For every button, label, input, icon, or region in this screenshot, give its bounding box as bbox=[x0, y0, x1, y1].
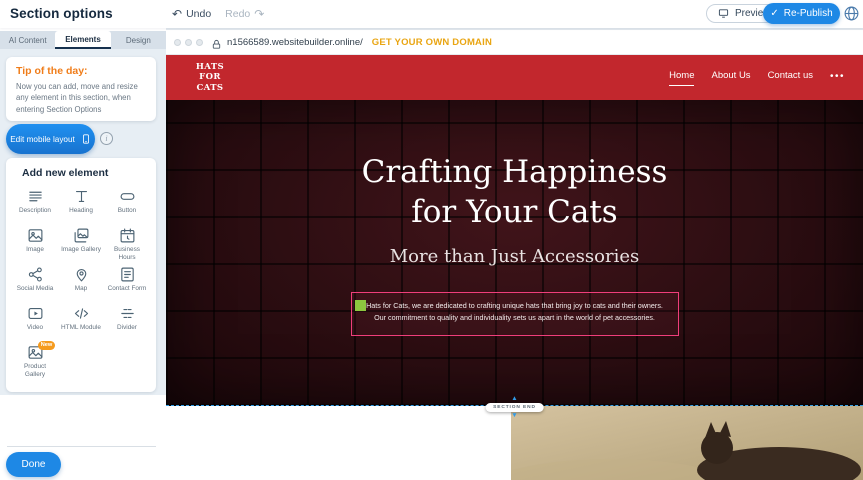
sidebar-divider bbox=[7, 446, 156, 447]
add-element-panel: Add new element Description Heading Butt… bbox=[6, 158, 156, 392]
element-tile-business-hours[interactable]: Business Hours bbox=[104, 225, 150, 264]
element-tile-social-media[interactable]: Social Media bbox=[12, 264, 58, 303]
button-icon bbox=[119, 188, 136, 205]
video-icon bbox=[27, 305, 44, 322]
window-dot bbox=[185, 39, 192, 46]
nav-item-about[interactable]: About Us bbox=[711, 70, 750, 86]
section-end-handle[interactable]: ▲ SECTION END ▼ bbox=[485, 396, 544, 419]
drag-handle[interactable] bbox=[355, 300, 366, 311]
business-hours-icon bbox=[119, 227, 136, 244]
undo-icon: ↶ bbox=[172, 8, 182, 20]
element-tile-image[interactable]: Image bbox=[12, 225, 58, 264]
nav-more-icon[interactable]: ••• bbox=[830, 71, 845, 85]
lock-icon bbox=[211, 37, 222, 48]
info-icon[interactable]: i bbox=[100, 132, 113, 145]
element-tile-html-module[interactable]: HTML Module bbox=[58, 303, 104, 342]
redo-label: Redo bbox=[225, 8, 250, 20]
site-url: n1566589.websitebuilder.online/ bbox=[227, 37, 363, 48]
map-icon bbox=[73, 266, 90, 283]
heading-icon bbox=[73, 188, 90, 205]
element-tile-product-gallery[interactable]: New Product Gallery bbox=[12, 342, 58, 381]
redo-button[interactable]: Redo ↷ bbox=[225, 8, 264, 20]
contact-form-icon bbox=[119, 266, 136, 283]
website-canvas: HATS FOR CATS Home About Us Contact us •… bbox=[166, 55, 863, 480]
element-tile-map[interactable]: Map bbox=[58, 264, 104, 303]
republish-label: Re-Publish bbox=[784, 8, 833, 19]
redo-icon: ↷ bbox=[254, 8, 264, 20]
preview-area: n1566589.websitebuilder.online/ GET YOUR… bbox=[166, 28, 863, 480]
section-end-label: SECTION END bbox=[485, 403, 544, 412]
social-media-icon bbox=[27, 266, 44, 283]
tip-title: Tip of the day: bbox=[16, 65, 146, 77]
element-tile-contact-form[interactable]: Contact Form bbox=[104, 264, 150, 303]
undo-button[interactable]: ↶ Undo bbox=[172, 8, 211, 20]
element-tile-description[interactable]: Description bbox=[12, 186, 58, 225]
edit-mobile-label: Edit mobile layout bbox=[10, 135, 75, 144]
get-domain-link[interactable]: GET YOUR OWN DOMAIN bbox=[372, 37, 492, 48]
browser-bar: n1566589.websitebuilder.online/ GET YOUR… bbox=[166, 30, 863, 55]
window-dot bbox=[196, 39, 203, 46]
tip-body: Now you can add, move and resize any ele… bbox=[16, 81, 146, 115]
topbar: Section options ↶ Undo Redo ↷ Preview ✓ … bbox=[0, 0, 863, 28]
nav-item-contact[interactable]: Contact us bbox=[768, 70, 813, 86]
element-grid: Description Heading Button Image Image G… bbox=[12, 186, 150, 381]
tab-elements[interactable]: Elements bbox=[55, 31, 110, 49]
html-module-icon bbox=[73, 305, 90, 322]
tip-of-the-day-card: Tip of the day: Now you can add, move an… bbox=[6, 57, 156, 121]
element-tile-heading[interactable]: Heading bbox=[58, 186, 104, 225]
site-logo[interactable]: HATS FOR CATS bbox=[184, 62, 236, 94]
image-gallery-icon bbox=[73, 227, 90, 244]
language-globe-icon[interactable] bbox=[843, 5, 860, 22]
app-root: Section options ↶ Undo Redo ↷ Preview ✓ … bbox=[0, 0, 863, 480]
phone-icon bbox=[81, 132, 91, 146]
hero-heading[interactable]: Crafting Happiness for Your Cats bbox=[342, 153, 687, 232]
arrow-up-icon: ▲ bbox=[511, 396, 517, 402]
cat-photo bbox=[511, 406, 863, 480]
divider-icon bbox=[119, 305, 136, 322]
republish-button[interactable]: ✓ Re-Publish bbox=[763, 3, 840, 24]
element-tile-button[interactable]: Button bbox=[104, 186, 150, 225]
monitor-icon bbox=[718, 8, 729, 19]
window-dot bbox=[174, 39, 181, 46]
description-icon bbox=[27, 188, 44, 205]
element-tile-image-gallery[interactable]: Image Gallery bbox=[58, 225, 104, 264]
site-nav: Home About Us Contact us ••• bbox=[669, 70, 845, 86]
hero-section[interactable]: Crafting Happiness for Your Cats More th… bbox=[166, 100, 863, 406]
hero-paragraph: Hats for Cats, we are dedicated to craft… bbox=[364, 300, 666, 323]
arrow-down-icon: ▼ bbox=[511, 413, 517, 419]
page-title: Section options bbox=[10, 6, 113, 21]
hero-subheading[interactable]: More than Just Accessories bbox=[390, 246, 640, 267]
window-dots bbox=[174, 39, 203, 46]
tab-design[interactable]: Design bbox=[111, 31, 166, 49]
sidebar-tabs: AI Content Elements Design bbox=[0, 31, 166, 49]
image-icon bbox=[27, 227, 44, 244]
tab-ai-content[interactable]: AI Content bbox=[0, 31, 55, 49]
undo-label: Undo bbox=[186, 8, 211, 20]
new-badge: New bbox=[38, 341, 56, 350]
check-icon: ✓ bbox=[770, 8, 778, 19]
element-tile-divider[interactable]: Divider bbox=[104, 303, 150, 342]
selected-text-element[interactable]: Hats for Cats, we are dedicated to craft… bbox=[351, 292, 679, 336]
history-controls: ↶ Undo Redo ↷ bbox=[172, 0, 264, 28]
add-element-title: Add new element bbox=[22, 167, 150, 179]
done-button[interactable]: Done bbox=[6, 452, 61, 477]
sidebar: AI Content Elements Design Tip of the da… bbox=[0, 28, 166, 480]
edit-mobile-layout-button[interactable]: Edit mobile layout bbox=[6, 124, 95, 154]
element-tile-video[interactable]: Video bbox=[12, 303, 58, 342]
nav-item-home[interactable]: Home bbox=[669, 70, 694, 86]
site-header[interactable]: HATS FOR CATS Home About Us Contact us •… bbox=[166, 55, 863, 100]
